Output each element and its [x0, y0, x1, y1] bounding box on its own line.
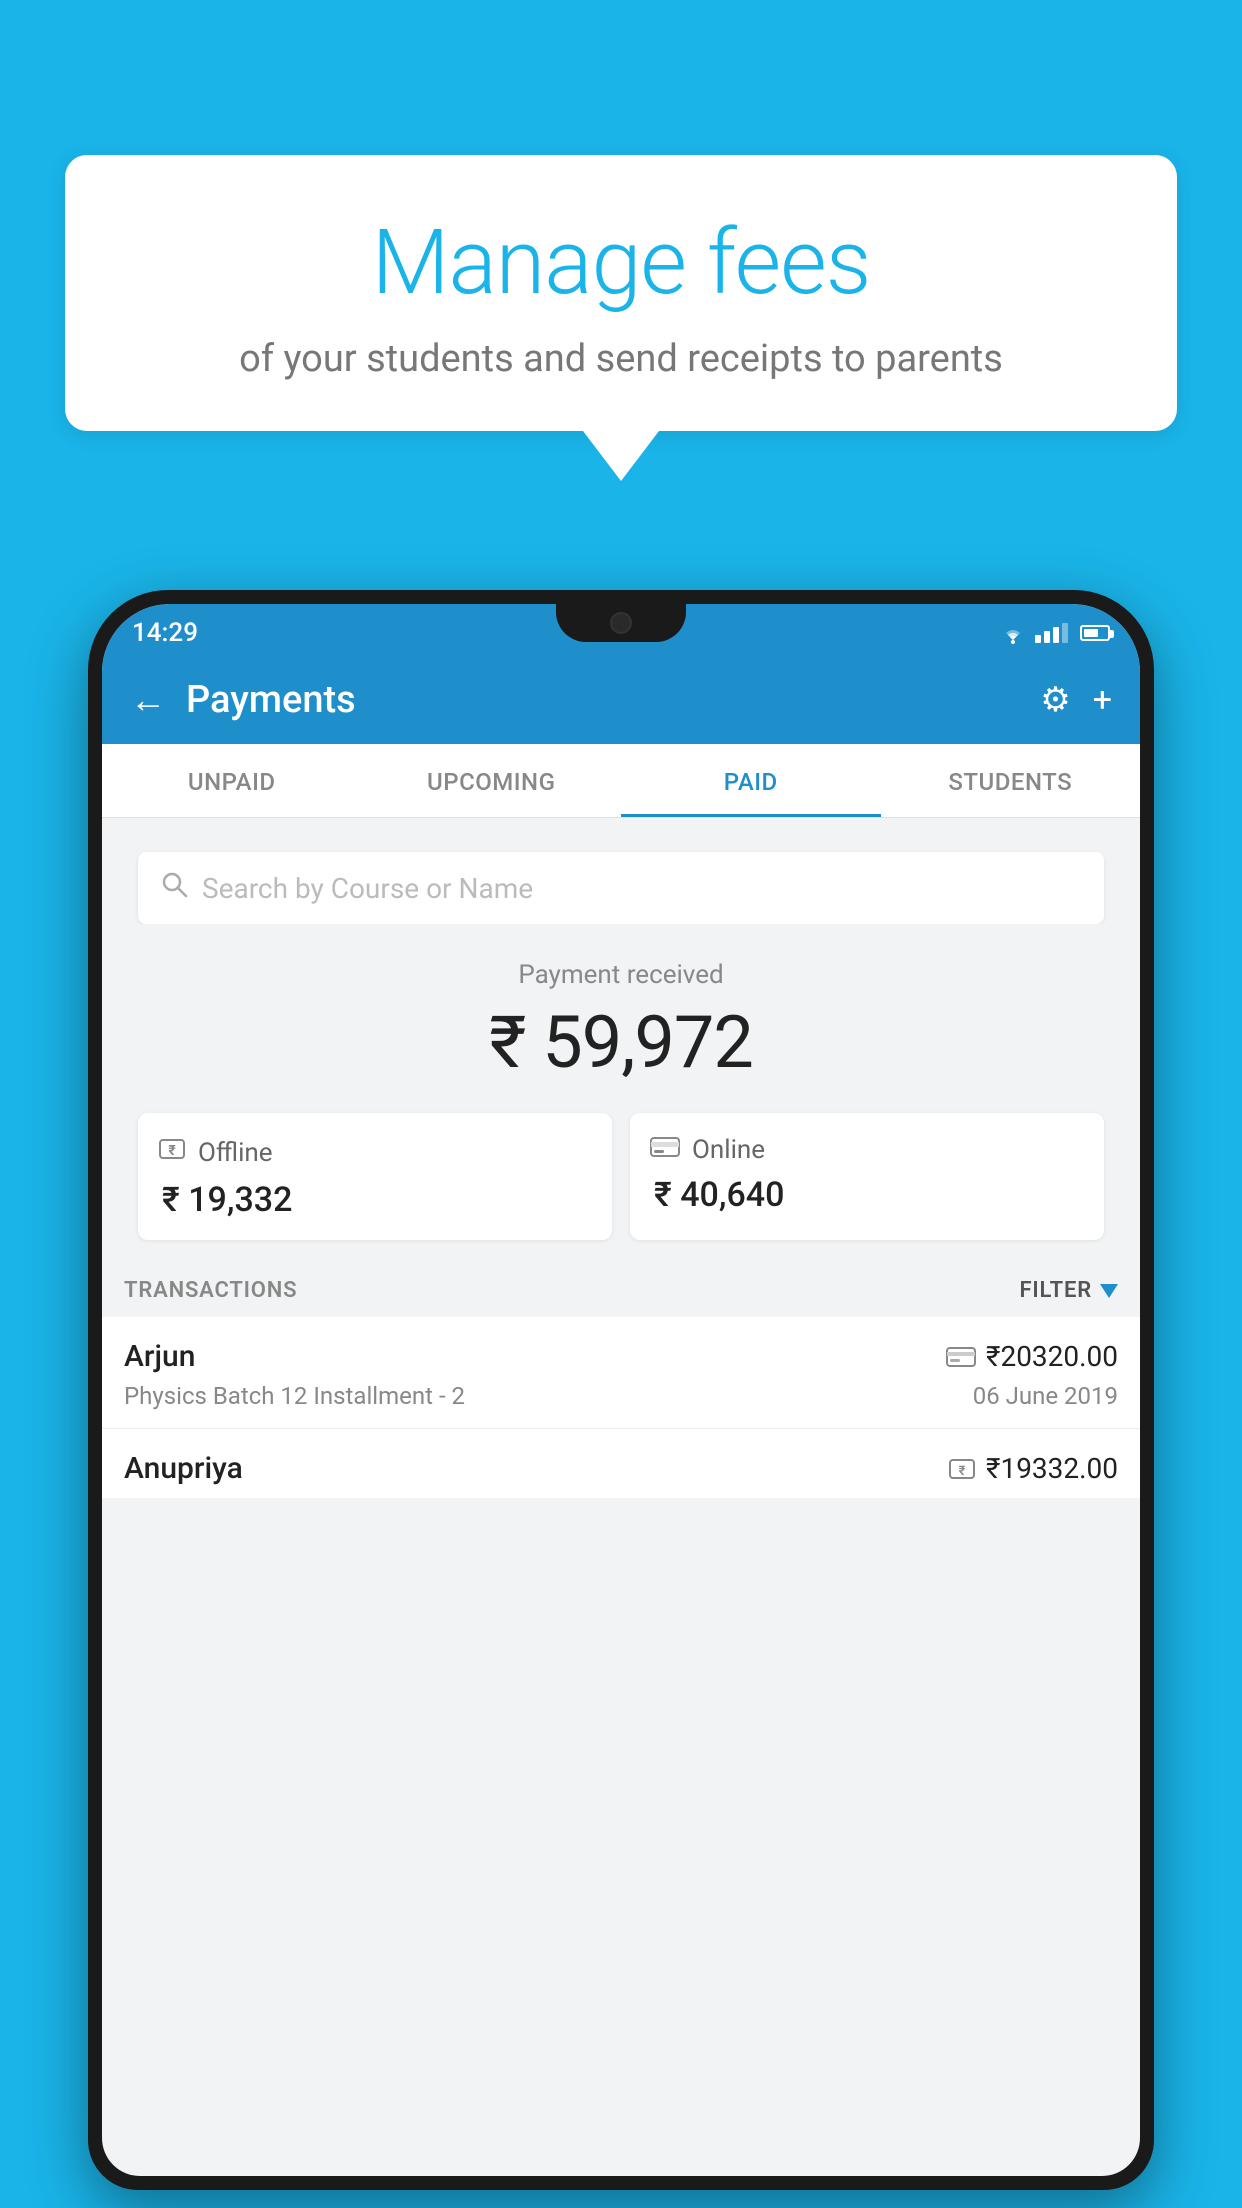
status-time: 14:29 — [132, 618, 198, 648]
transaction-amount-wrap: ₹20320.00 — [946, 1340, 1118, 1373]
payment-received-section: Payment received ₹ 59,972 — [102, 924, 1140, 1113]
transaction-name: Arjun — [124, 1339, 195, 1374]
offline-label: Offline — [198, 1138, 273, 1168]
card-payment-icon — [946, 1346, 976, 1368]
payment-cards: ₹ Offline ₹ 19,332 — [138, 1113, 1104, 1258]
transactions-header: TRANSACTIONS FILTER — [102, 1258, 1140, 1317]
speech-bubble-arrow — [583, 431, 659, 481]
transaction-row-bottom: Physics Batch 12 Installment - 2 06 June… — [124, 1382, 1118, 1410]
filter-icon — [1100, 1284, 1118, 1298]
signal-icon — [1035, 623, 1068, 643]
tab-unpaid[interactable]: UNPAID — [102, 744, 362, 817]
wifi-icon — [999, 622, 1027, 644]
transaction-row-partial-top: Anupriya ₹ ₹19332.00 — [124, 1451, 1118, 1486]
search-icon — [160, 870, 188, 906]
transaction-course: Physics Batch 12 Installment - 2 — [124, 1382, 465, 1410]
tabs-bar: UNPAID UPCOMING PAID STUDENTS — [102, 744, 1140, 818]
offline-card-top: ₹ Offline — [158, 1135, 592, 1170]
speech-bubble-subtitle: of your students and send receipts to pa… — [125, 337, 1117, 381]
transaction-name: Anupriya — [124, 1451, 243, 1486]
header-icons: ⚙ + — [1040, 680, 1112, 720]
transaction-amount: ₹20320.00 — [986, 1340, 1118, 1373]
online-amount: ₹ 40,640 — [650, 1175, 1084, 1215]
app-header: ← Payments ⚙ + — [102, 656, 1140, 744]
speech-bubble: Manage fees of your students and send re… — [65, 155, 1177, 431]
transaction-row-top: Arjun ₹20320.00 — [124, 1339, 1118, 1374]
phone-screen: 14:29 — [102, 604, 1140, 2176]
background: Manage fees of your students and send re… — [0, 0, 1242, 2208]
online-icon — [650, 1135, 680, 1165]
payment-received-label: Payment received — [102, 960, 1140, 990]
status-icons — [999, 622, 1110, 644]
back-button[interactable]: ← — [130, 682, 166, 718]
add-button[interactable]: + — [1093, 680, 1112, 720]
table-row[interactable]: Arjun ₹20320.00 — [102, 1317, 1140, 1429]
transaction-amount-wrap: ₹ ₹19332.00 — [948, 1452, 1118, 1485]
search-bar[interactable]: Search by Course or Name — [138, 852, 1104, 924]
transaction-date: 06 June 2019 — [973, 1382, 1118, 1410]
phone-notch — [556, 604, 686, 642]
battery-icon — [1080, 625, 1110, 641]
svg-text:₹: ₹ — [168, 1143, 176, 1159]
transaction-list: Arjun ₹20320.00 — [102, 1317, 1140, 1498]
speech-bubble-wrapper: Manage fees of your students and send re… — [65, 155, 1177, 481]
payment-total-amount: ₹ 59,972 — [102, 1000, 1140, 1085]
speech-bubble-title: Manage fees — [125, 210, 1117, 315]
filter-button[interactable]: FILTER — [1020, 1278, 1118, 1303]
online-card-top: Online — [650, 1135, 1084, 1165]
tab-paid[interactable]: PAID — [621, 744, 881, 817]
camera-dot — [610, 612, 632, 634]
tab-students[interactable]: STUDENTS — [881, 744, 1141, 817]
offline-payment-icon: ₹ — [948, 1455, 976, 1483]
filter-label: FILTER — [1020, 1278, 1092, 1303]
phone-wrapper: 14:29 — [88, 590, 1154, 2208]
offline-amount: ₹ 19,332 — [158, 1180, 592, 1220]
offline-payment-card: ₹ Offline ₹ 19,332 — [138, 1113, 612, 1240]
online-label: Online — [692, 1135, 765, 1165]
transactions-label: TRANSACTIONS — [124, 1278, 297, 1303]
online-payment-card: Online ₹ 40,640 — [630, 1113, 1104, 1240]
offline-icon: ₹ — [158, 1135, 186, 1170]
tab-upcoming[interactable]: UPCOMING — [362, 744, 622, 817]
settings-button[interactable]: ⚙ — [1040, 680, 1070, 720]
search-placeholder: Search by Course or Name — [202, 872, 533, 905]
page-title: Payments — [186, 678, 1020, 722]
table-row[interactable]: Anupriya ₹ ₹19332.00 — [102, 1429, 1140, 1498]
transaction-amount: ₹19332.00 — [986, 1452, 1118, 1485]
svg-text:₹: ₹ — [959, 1464, 966, 1479]
phone-frame: 14:29 — [88, 590, 1154, 2190]
